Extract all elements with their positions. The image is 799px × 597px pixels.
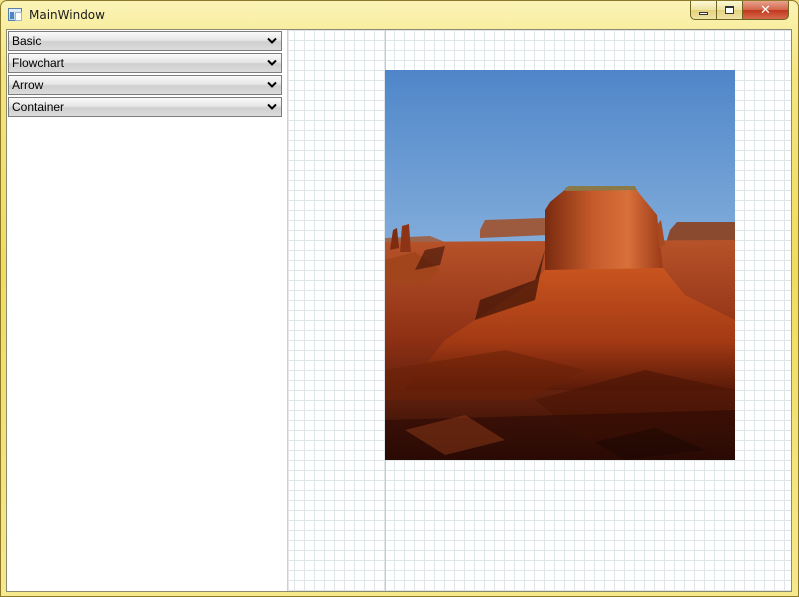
chevron-down-icon (267, 81, 277, 88)
maximize-button[interactable] (717, 1, 743, 20)
app-window-icon (8, 8, 22, 21)
minimize-icon (699, 11, 708, 15)
chevron-down-icon (267, 37, 277, 44)
client-area: Basic Flowchart Arrow Container (6, 29, 792, 592)
main-window: MainWindow ✕ Basic Flowchart Arrow Conta… (0, 0, 799, 597)
title-bar[interactable]: MainWindow ✕ (1, 1, 798, 29)
desert-butte-photo[interactable] (385, 70, 735, 460)
panel-label: Arrow (12, 78, 44, 92)
panel-header-container[interactable]: Container (8, 97, 282, 117)
panel-header-basic[interactable]: Basic (8, 31, 282, 51)
maximize-icon (725, 6, 734, 14)
close-button[interactable]: ✕ (743, 1, 789, 20)
chevron-down-icon (267, 103, 277, 110)
panel-header-arrow[interactable]: Arrow (8, 75, 282, 95)
window-title: MainWindow (29, 8, 105, 22)
panel-label: Basic (12, 34, 42, 48)
photo-graphic (385, 70, 735, 460)
panel-label: Flowchart (12, 56, 65, 70)
chevron-down-icon (267, 59, 277, 66)
diagram-canvas[interactable] (289, 30, 791, 591)
panel-label: Container (12, 100, 65, 114)
panel-header-flowchart[interactable]: Flowchart (8, 53, 282, 73)
caption-buttons: ✕ (690, 1, 789, 20)
close-icon: ✕ (760, 2, 771, 18)
toolbox-sidebar: Basic Flowchart Arrow Container (7, 30, 288, 591)
minimize-button[interactable] (690, 1, 717, 20)
